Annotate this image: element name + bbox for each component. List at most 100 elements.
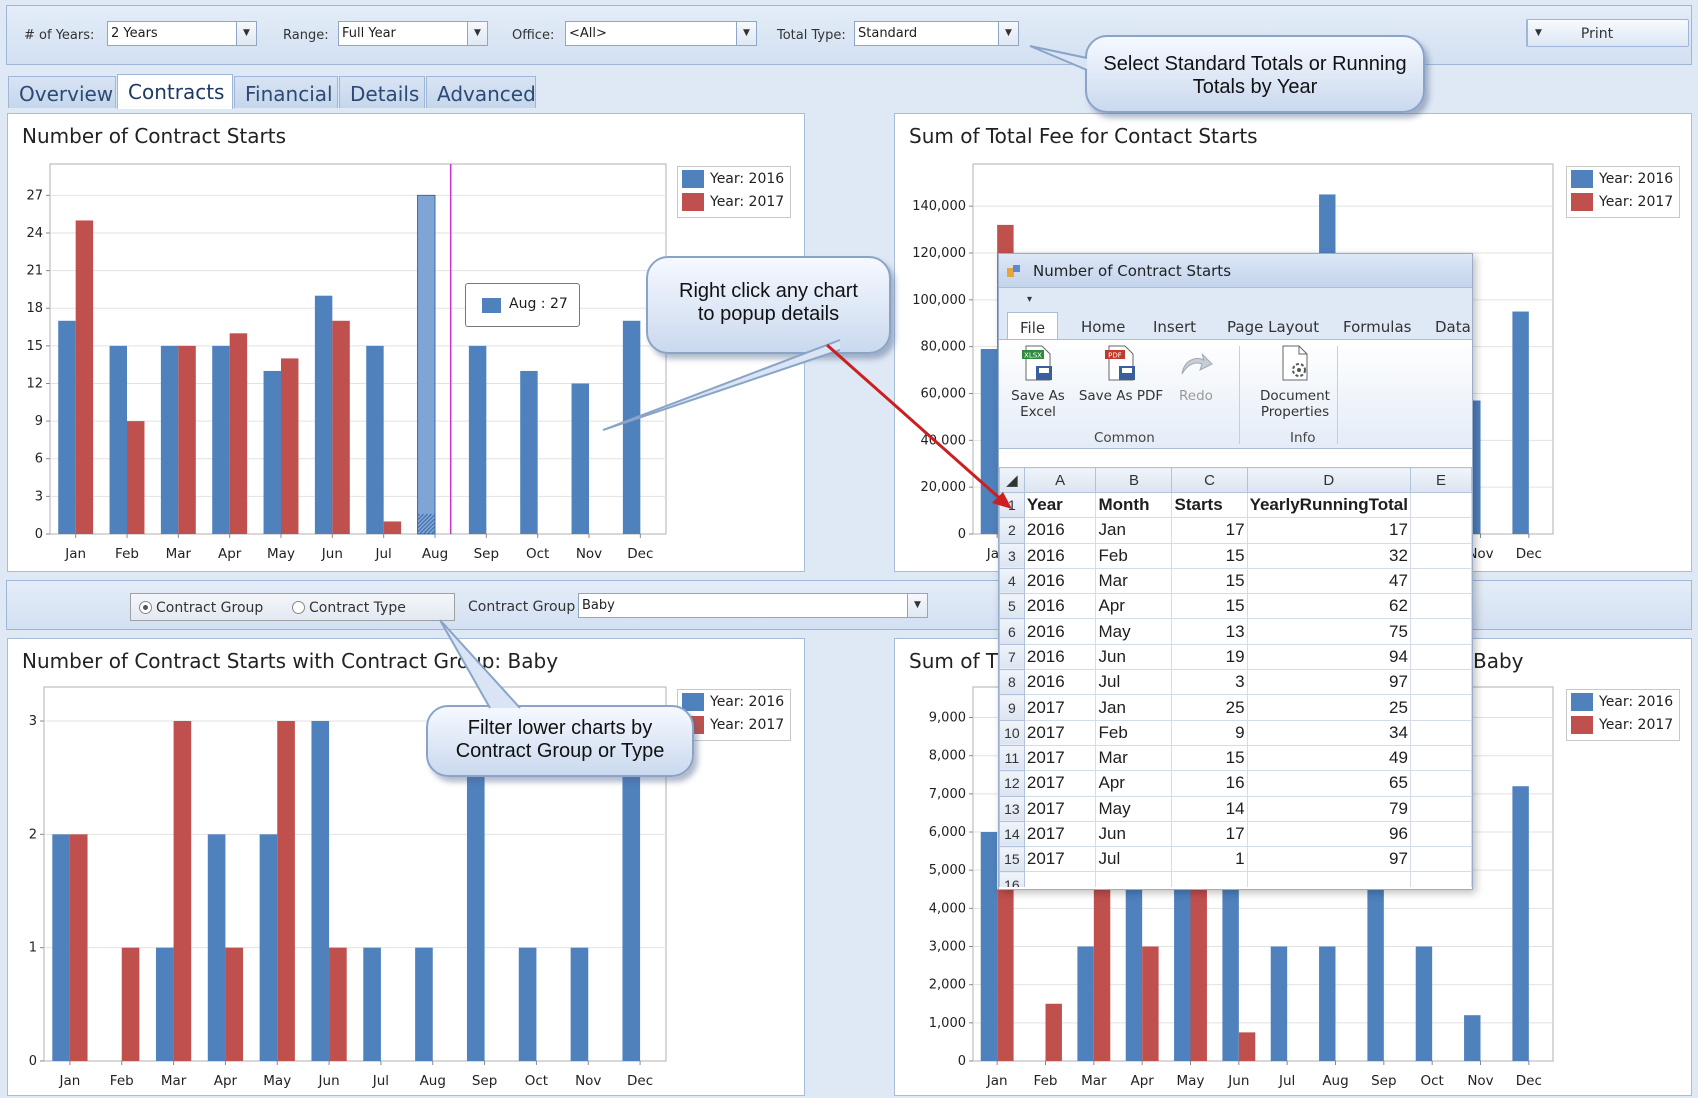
table-row[interactable]: 4 2016 Mar 15 47: [999, 567, 1472, 595]
bar[interactable]: [1512, 786, 1529, 1061]
bar[interactable]: [1270, 946, 1288, 1061]
bar[interactable]: [571, 383, 589, 534]
bar[interactable]: [366, 345, 384, 534]
chart-panel-group-starts[interactable]: Number of Contract Starts with Contract …: [7, 638, 805, 1096]
cell-month[interactable]: Apr: [1095, 593, 1173, 620]
cell-starts[interactable]: 17: [1171, 820, 1248, 848]
tab-advanced[interactable]: Advanced: [426, 76, 536, 108]
column-header[interactable]: E: [1409, 467, 1472, 493]
save-as-excel-button[interactable]: XLSX Save As Excel: [1007, 344, 1069, 420]
ribbon-tab-data[interactable]: Data: [1435, 318, 1471, 336]
bar[interactable]: [69, 834, 88, 1061]
table-row[interactable]: 9 2017 Jan 25 25: [999, 694, 1472, 721]
cell-month[interactable]: Mar: [1095, 567, 1173, 595]
bar[interactable]: [207, 834, 226, 1061]
office-combo[interactable]: <All> ▼: [565, 21, 757, 46]
table-row[interactable]: 14 2017 Jun 17 96: [999, 820, 1472, 848]
total-type-combo[interactable]: Standard ▼: [854, 21, 1019, 46]
table-row[interactable]: 16: [999, 871, 1472, 887]
range-combo[interactable]: Full Year ▼: [338, 21, 488, 46]
cell-running-total[interactable]: 75: [1246, 618, 1411, 645]
cell-starts[interactable]: 3: [1171, 669, 1248, 696]
cell-starts[interactable]: 1: [1171, 846, 1248, 873]
cell-empty[interactable]: [1409, 567, 1472, 595]
cell-empty[interactable]: [1409, 491, 1472, 519]
bar[interactable]: [997, 889, 1014, 1061]
qat-dropdown-icon[interactable]: ▾: [1027, 294, 1032, 305]
table-row[interactable]: 6 2016 May 13 75: [999, 618, 1472, 645]
chevron-down-icon[interactable]: ▼: [736, 22, 756, 45]
cell-empty[interactable]: [1409, 694, 1472, 721]
cell-month[interactable]: Apr: [1095, 770, 1173, 797]
column-header[interactable]: D: [1246, 467, 1411, 493]
cell-month[interactable]: Feb: [1095, 719, 1173, 746]
bar[interactable]: [277, 721, 295, 1061]
cell-running-total[interactable]: 96: [1246, 820, 1411, 848]
bar[interactable]: [1367, 889, 1384, 1061]
cell-empty[interactable]: [1409, 643, 1472, 671]
row-header[interactable]: 4: [999, 567, 1025, 595]
tab-financial[interactable]: Financial: [234, 76, 338, 108]
cell-month[interactable]: Jul: [1095, 669, 1173, 696]
bar[interactable]: [1093, 889, 1111, 1061]
bar[interactable]: [160, 345, 179, 534]
table-row[interactable]: 11 2017 Mar 15 49: [999, 744, 1472, 772]
cell-month[interactable]: May: [1095, 795, 1173, 822]
bar[interactable]: [980, 349, 998, 534]
ribbon-tab-formulas[interactable]: Formulas: [1343, 318, 1411, 336]
cell-empty[interactable]: [1409, 846, 1472, 873]
select-all-corner[interactable]: ◢: [999, 467, 1025, 493]
cell-year[interactable]: 2016: [1023, 669, 1097, 696]
cell-empty[interactable]: [1409, 618, 1472, 645]
cell-month[interactable]: Month: [1095, 491, 1173, 519]
bar[interactable]: [1125, 889, 1143, 1061]
column-header[interactable]: C: [1171, 467, 1248, 493]
cell-year[interactable]: 2017: [1023, 719, 1097, 746]
bar[interactable]: [622, 320, 641, 534]
cell-month[interactable]: Jan: [1095, 517, 1173, 544]
cell-empty[interactable]: [1409, 542, 1472, 569]
bar[interactable]: [75, 220, 94, 534]
cell-empty[interactable]: [1409, 669, 1472, 696]
cell-year[interactable]: 2017: [1023, 820, 1097, 848]
bar[interactable]: [229, 333, 248, 534]
cell-starts[interactable]: 16: [1171, 770, 1248, 797]
chevron-down-icon[interactable]: ▼: [236, 22, 256, 45]
cell-year[interactable]: 2017: [1023, 744, 1097, 772]
table-row[interactable]: 15 2017 Jul 1 97: [999, 846, 1472, 873]
row-header[interactable]: 1: [999, 491, 1025, 519]
cell-year[interactable]: Year: [1023, 491, 1097, 519]
ribbon-tab-home[interactable]: Home: [1081, 318, 1125, 336]
bar[interactable]: [1077, 946, 1094, 1061]
bar[interactable]: [417, 194, 436, 535]
cell-empty[interactable]: [1409, 744, 1472, 772]
table-row[interactable]: 3 2016 Feb 15 32: [999, 542, 1472, 569]
bar[interactable]: [363, 947, 381, 1061]
cell-empty[interactable]: [1409, 593, 1472, 620]
table-row[interactable]: 10 2017 Feb 9 34: [999, 719, 1472, 746]
bar[interactable]: [383, 521, 402, 534]
bar[interactable]: [281, 358, 299, 534]
cell-running-total[interactable]: 94: [1246, 643, 1411, 671]
table-row[interactable]: 5 2016 Apr 15 62: [999, 593, 1472, 620]
tab-details[interactable]: Details: [339, 76, 425, 108]
bar[interactable]: [173, 721, 192, 1061]
cell-month[interactable]: Jan: [1095, 694, 1173, 721]
cell-empty[interactable]: [1409, 770, 1472, 797]
row-header[interactable]: 8: [999, 669, 1025, 696]
bar[interactable]: [329, 947, 347, 1061]
bar[interactable]: [314, 295, 333, 534]
table-row[interactable]: 12 2017 Apr 16 65: [999, 770, 1472, 797]
cell-month[interactable]: May: [1095, 618, 1173, 645]
bar[interactable]: [570, 947, 589, 1061]
cell-running-total[interactable]: 25: [1246, 694, 1411, 721]
bar[interactable]: [1319, 946, 1336, 1061]
column-header[interactable]: B: [1095, 467, 1173, 493]
cell-starts[interactable]: 15: [1171, 744, 1248, 772]
cell-empty[interactable]: [1409, 820, 1472, 848]
row-header[interactable]: 7: [999, 643, 1025, 671]
row-header[interactable]: 5: [999, 593, 1025, 620]
cell-year[interactable]: 2017: [1023, 795, 1097, 822]
chevron-down-icon[interactable]: ▼: [907, 594, 927, 617]
cell-year[interactable]: 2016: [1023, 517, 1097, 544]
